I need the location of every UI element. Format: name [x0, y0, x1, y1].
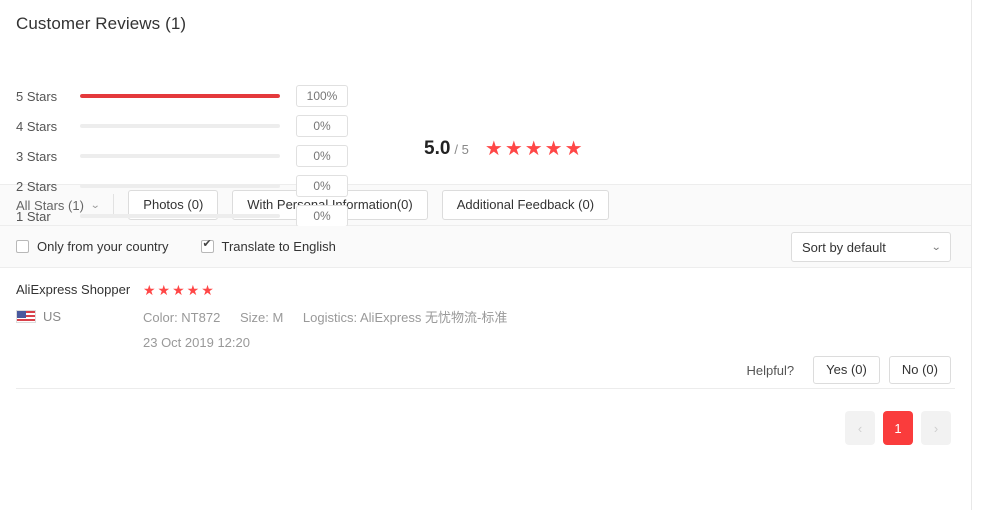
rating-percent-badge: 0%	[296, 115, 348, 137]
review-item: AliExpress Shopper ★★★★★ US Color: NT872…	[0, 268, 971, 388]
review-attributes: Color: NT872 Size: M Logistics: AliExpre…	[143, 307, 523, 326]
rating-percent-badge: 0%	[296, 175, 348, 197]
rating-bar-track	[80, 214, 280, 218]
pagination: ‹ 1 ›	[0, 389, 971, 445]
review-star-rating-icon: ★★★★★	[143, 281, 216, 298]
rating-row-label: 3 Stars	[16, 148, 58, 164]
rating-row-label: 2 Stars	[16, 178, 58, 194]
only-from-your-country-option[interactable]: Only from your country	[16, 239, 169, 254]
review-author: AliExpress Shopper	[16, 282, 131, 297]
review-date: 23 Oct 2019 12:20	[143, 335, 250, 350]
chevron-down-icon: ⌄	[89, 199, 101, 211]
pagination-next-button[interactable]: ›	[921, 411, 951, 445]
rating-percent-badge: 0%	[296, 145, 348, 167]
rating-percent-badge: 0%	[296, 205, 348, 227]
star-rating-icon: ★★★★★	[484, 138, 585, 160]
pagination-prev-button[interactable]: ‹	[845, 411, 875, 445]
tab-additional-feedback[interactable]: Additional Feedback (0)	[441, 190, 610, 220]
rating-row-2: 2 Stars 0%	[16, 171, 348, 201]
review-header: AliExpress Shopper ★★★★★	[16, 282, 955, 297]
review-size: Size: M	[239, 310, 284, 325]
options-row: Only from your country Translate to Engl…	[0, 226, 971, 268]
rating-bar-track	[80, 94, 280, 98]
helpful-label: Helpful?	[746, 362, 795, 378]
review-logistics: Logistics: AliExpress 无忧物流-标准	[302, 310, 508, 325]
checkbox-checked-icon[interactable]	[200, 238, 214, 253]
rating-bar-track	[80, 154, 280, 158]
translate-to-english-option[interactable]: Translate to English	[200, 238, 336, 254]
rating-summary: 5 Stars 100% 4 Stars 0% 3 Stars 0% 2 Sta…	[0, 34, 971, 227]
review-subheader: US Color: NT872 Size: M Logistics: AliEx…	[16, 307, 955, 326]
chevron-down-icon: ⌄	[930, 241, 942, 253]
only-from-your-country-label: Only from your country	[37, 239, 169, 254]
helpful-yes-button[interactable]: Yes (0)	[813, 356, 880, 384]
rating-percent-badge: 100%	[296, 85, 348, 107]
score-value: 5.0	[424, 138, 451, 159]
score-outof: / 5	[454, 141, 469, 157]
sort-select-value: Sort by default	[802, 239, 886, 255]
rating-bar-fill	[80, 94, 280, 98]
helpful-no-button[interactable]: No (0)	[888, 356, 951, 384]
rating-row-5: 5 Stars 100%	[16, 81, 348, 111]
rating-row-label: 1 Star	[16, 208, 51, 224]
checkbox-icon[interactable]	[16, 240, 29, 253]
rating-row-label: 4 Stars	[16, 118, 58, 134]
rating-bar-track	[80, 184, 280, 188]
reviews-panel: Customer Reviews (1) 5 Stars 100% 4 Star…	[0, 0, 972, 510]
us-flag-icon	[16, 310, 36, 323]
sort-select[interactable]: Sort by default ⌄	[791, 232, 951, 262]
helpful-row: Helpful? Yes (0) No (0)	[746, 356, 951, 384]
review-country: US	[16, 307, 143, 326]
page-title: Customer Reviews (1)	[16, 14, 187, 33]
rating-row-3: 3 Stars 0%	[16, 141, 348, 171]
review-color: Color: NT872	[143, 310, 221, 325]
rating-bar-track	[80, 124, 280, 128]
rating-row-label: 5 Stars	[16, 88, 58, 104]
rating-breakdown: 5 Stars 100% 4 Stars 0% 3 Stars 0% 2 Sta…	[16, 81, 348, 231]
average-score: 5.0 / 5 ★★★★★	[424, 138, 585, 160]
rating-row-4: 4 Stars 0%	[16, 111, 348, 141]
translate-to-english-label: Translate to English	[221, 239, 336, 254]
pagination-page-1[interactable]: 1	[883, 411, 913, 445]
review-country-label: US	[43, 309, 62, 324]
